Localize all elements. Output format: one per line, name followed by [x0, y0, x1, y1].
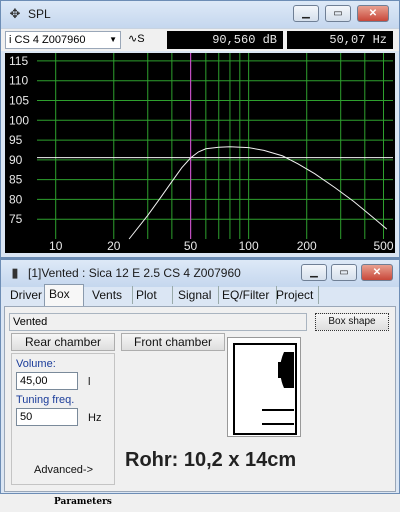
- mode-label: S: [137, 33, 145, 45]
- tuning-input[interactable]: 50: [16, 408, 78, 426]
- driver-select[interactable]: i CS 4 Z007960 ▼: [5, 31, 121, 49]
- spl-toolbar: i CS 4 Z007960 ▼ ∿S 90,560 dB 50,07 Hz: [1, 28, 399, 51]
- driver-select-value: i CS 4 Z007960: [9, 34, 86, 46]
- maximize-button[interactable]: ▭: [331, 264, 357, 281]
- tuning-label: Tuning freq.: [16, 394, 75, 406]
- spl-window: ✥ SPL ▁ ▭ ✕ i CS 4 Z007960 ▼ ∿S 90,560 d…: [0, 0, 400, 258]
- speaker-box-icon: [233, 343, 297, 435]
- box-panel: Vented Box shape Rear chamber Front cham…: [4, 306, 396, 492]
- maximize-button[interactable]: ▭: [325, 5, 351, 22]
- spl-titlebar[interactable]: ✥ SPL ▁ ▭ ✕: [1, 1, 399, 28]
- y-tick-label: 80: [9, 192, 23, 206]
- x-tick-label: 500: [373, 239, 393, 253]
- spl-curve: [128, 146, 388, 240]
- x-tick-label: 20: [107, 239, 121, 253]
- tab-plot[interactable]: Plot: [132, 286, 173, 304]
- db-readout: 90,560 dB: [167, 31, 283, 49]
- y-tick-label: 115: [9, 54, 28, 68]
- waveform-icon: ∿: [128, 33, 138, 45]
- spl-chart-svg: 115 110 105 100 95 90 85 80 75 10 20 50 100 200 500: [9, 53, 394, 253]
- x-tick-label: 200: [297, 239, 317, 253]
- volume-label: Volume:: [16, 358, 56, 370]
- y-tick-label: 95: [9, 133, 23, 147]
- box-shape-button[interactable]: Box shape: [315, 313, 389, 331]
- y-tick-label: 100: [9, 113, 29, 127]
- minimize-button[interactable]: ▁: [293, 5, 319, 22]
- status-bar: Parameters: [0, 494, 400, 512]
- mode-select[interactable]: ∿S: [125, 31, 161, 49]
- tuning-unit: Hz: [88, 412, 102, 424]
- y-tick-label: 105: [9, 93, 29, 107]
- advanced-button[interactable]: Advanced->: [34, 464, 93, 476]
- minimize-button[interactable]: ▁: [301, 264, 327, 281]
- annotation-text: Rohr: 10,2 x 14cm: [125, 449, 297, 471]
- tab-signal[interactable]: Signal: [174, 286, 219, 304]
- y-tick-label: 75: [9, 212, 23, 226]
- chamber-group: Volume: 45,00 l Tuning freq. 50 Hz Advan…: [11, 353, 115, 485]
- rear-chamber-button[interactable]: Rear chamber: [11, 333, 115, 351]
- close-button[interactable]: ✕: [357, 5, 389, 22]
- front-chamber-button[interactable]: Front chamber: [121, 333, 225, 351]
- spl-plot[interactable]: 115 110 105 100 95 90 85 80 75 10 20 50 100 200 500: [5, 53, 395, 253]
- tab-driver[interactable]: Driver: [6, 286, 47, 304]
- y-tick-label: 85: [9, 173, 23, 187]
- volume-unit: l: [88, 376, 91, 388]
- box-titlebar[interactable]: ▮ [1]Vented : Sica 12 E 2.5 CS 4 Z007960…: [1, 260, 399, 287]
- box-drawing: [227, 337, 301, 437]
- y-tick-label: 90: [9, 153, 23, 167]
- status-text: Parameters: [54, 497, 112, 507]
- window-icon: ▮: [11, 265, 19, 280]
- close-button[interactable]: ✕: [361, 264, 393, 281]
- volume-input[interactable]: 45,00: [16, 372, 78, 390]
- chevron-down-icon: ▼: [109, 35, 117, 44]
- tab-vents[interactable]: Vents: [88, 286, 133, 304]
- spl-app-icon: ✥: [9, 6, 21, 21]
- tab-project[interactable]: Project: [272, 286, 319, 304]
- tab-eq-filter[interactable]: EQ/Filter: [218, 286, 277, 304]
- box-title: [1]Vented : Sica 12 E 2.5 CS 4 Z007960: [28, 266, 241, 280]
- y-tick-label: 110: [9, 74, 28, 88]
- x-tick-label: 10: [49, 239, 63, 253]
- x-tick-label: 100: [239, 239, 259, 253]
- tab-box[interactable]: Box: [44, 284, 84, 306]
- spl-title: SPL: [28, 7, 51, 21]
- box-type-field[interactable]: Vented: [9, 313, 307, 331]
- x-tick-label: 50: [184, 239, 198, 253]
- hz-readout: 50,07 Hz: [287, 31, 393, 49]
